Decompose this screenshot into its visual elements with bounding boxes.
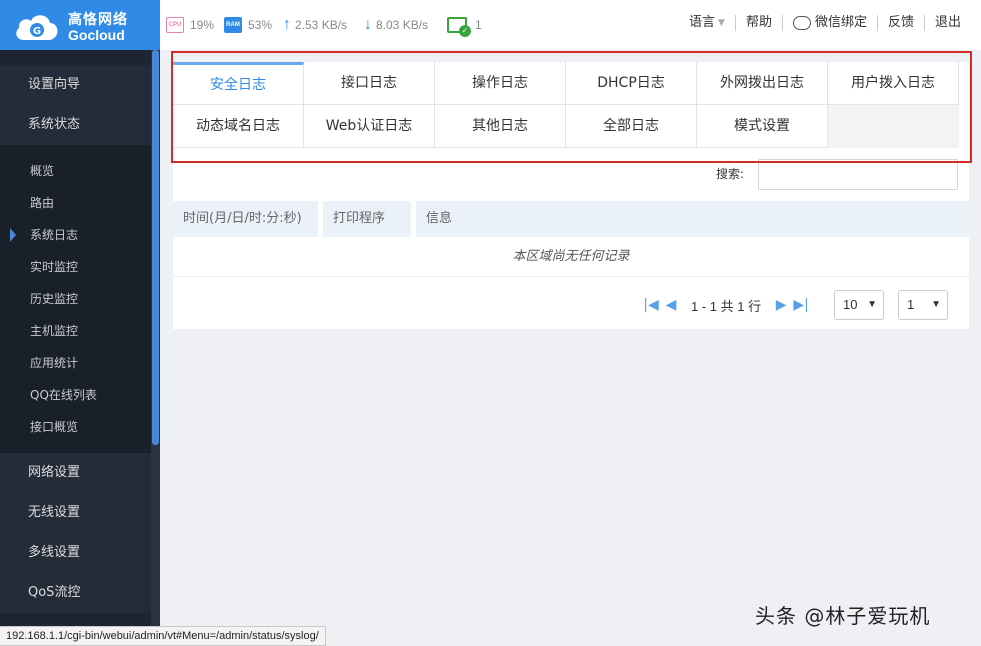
cpu-stat: CPU 19% — [166, 15, 214, 35]
first-page-icon[interactable]: |◀ — [641, 297, 661, 313]
tab-user-dialin-log[interactable]: 用户拨入日志 — [828, 62, 959, 105]
next-page-icon[interactable]: ▶ — [771, 297, 791, 313]
sidebar-item-setup[interactable]: 设置向导 — [0, 65, 151, 105]
devices-value: 1 — [475, 18, 482, 32]
tab-ddns-log[interactable]: 动态域名日志 — [173, 105, 304, 148]
sidebar-subitem-realtime[interactable]: 实时监控 — [0, 251, 151, 283]
sidebar-subitem-interface[interactable]: 接口概览 — [0, 411, 151, 443]
brand-name-en: Gocloud — [68, 27, 125, 43]
sidebar-subitem-host[interactable]: 主机监控 — [0, 315, 151, 347]
download-stat: ↓ 8.03 KB/s — [364, 15, 428, 35]
top-nav: 语言 ▼ 帮助 微信绑定 反馈 退出 — [679, 15, 971, 31]
page-size-value: 10 — [843, 297, 858, 312]
sidebar-submenu: 概览 路由 系统日志 实时监控 历史监控 主机监控 应用统计 QQ在线列表 接口… — [0, 145, 151, 455]
language-label: 语言 — [689, 15, 716, 30]
download-value: 8.03 KB/s — [376, 18, 429, 32]
empty-table-message: 本区域尚无任何记录 — [173, 237, 969, 277]
devices-stat: 1 — [447, 15, 482, 37]
sidebar-item-qos[interactable]: QoS流控 — [0, 573, 151, 613]
column-header-time[interactable]: 时间(月/日/时:分:秒) — [173, 201, 318, 237]
sidebar: 设置向导 系统状态 概览 路由 系统日志 实时监控 历史监控 主机监控 应用统计… — [0, 50, 160, 626]
sidebar-item-network[interactable]: 网络设置 — [0, 453, 151, 493]
logo[interactable]: G 高恪网络 Gocloud — [0, 0, 160, 50]
sidebar-subitem-history[interactable]: 历史监控 — [0, 283, 151, 315]
page-size-select[interactable]: 10 ▼ — [834, 290, 884, 320]
watermark: 头条 @林子爱玩机 — [755, 604, 931, 628]
cpu-icon: CPU — [166, 17, 184, 33]
upload-value: 2.53 KB/s — [295, 18, 348, 32]
sidebar-subitem-overview[interactable]: 概览 — [0, 155, 151, 187]
upload-arrow-icon: ↑ — [283, 16, 291, 33]
sidebar-item-status[interactable]: 系统状态 — [0, 105, 151, 145]
logout-link[interactable]: 退出 — [923, 15, 971, 31]
tab-other-log[interactable]: 其他日志 — [435, 105, 566, 148]
table-header: 时间(月/日/时:分:秒) 打印程序 信息 — [173, 201, 969, 237]
tab-operation-log[interactable]: 操作日志 — [435, 62, 566, 105]
cloud-logo-icon: G — [16, 15, 58, 40]
log-tabs: 安全日志 接口日志 操作日志 DHCP日志 外网拨出日志 用户拨入日志 动态域名… — [173, 62, 959, 148]
page-number-value: 1 — [907, 297, 915, 312]
feedback-link[interactable]: 反馈 — [876, 15, 924, 31]
wechat-bind-link[interactable]: 微信绑定 — [781, 15, 877, 31]
wechat-icon — [792, 16, 811, 30]
tab-interface-log[interactable]: 接口日志 — [304, 62, 435, 105]
tab-dhcp-log[interactable]: DHCP日志 — [566, 62, 697, 105]
tab-all-log[interactable]: 全部日志 — [566, 105, 697, 148]
sidebar-subitem-route[interactable]: 路由 — [0, 187, 151, 219]
browser-status-url: 192.168.1.1/cgi-bin/webui/admin/vt#Menu=… — [0, 626, 326, 646]
wechat-label: 微信绑定 — [814, 15, 867, 30]
brand-name-cn: 高恪网络 — [68, 12, 128, 28]
tab-mode-settings[interactable]: 模式设置 — [697, 105, 828, 148]
language-menu[interactable]: 语言 ▼ — [679, 15, 735, 31]
pagination: |◀ ◀ 1 - 1 共 1 行 ▶ ▶| — [641, 292, 811, 318]
search-label: 搜索: — [716, 167, 745, 181]
tab-web-auth-log[interactable]: Web认证日志 — [304, 105, 435, 148]
tab-wan-dialout-log[interactable]: 外网拨出日志 — [697, 62, 828, 105]
help-link[interactable]: 帮助 — [734, 15, 782, 31]
ram-stat: RAM 53% — [224, 15, 272, 35]
syslog-panel: 安全日志 接口日志 操作日志 DHCP日志 外网拨出日志 用户拨入日志 动态域名… — [173, 62, 969, 329]
page-number-select[interactable]: 1 ▼ — [898, 290, 948, 320]
last-page-icon[interactable]: ▶| — [791, 297, 811, 313]
sidebar-scroll-thumb[interactable] — [152, 50, 159, 445]
cpu-value: 19% — [190, 18, 215, 32]
sidebar-item-multiline[interactable]: 多线设置 — [0, 533, 151, 573]
chevron-down-icon: ▼ — [718, 18, 725, 28]
column-header-program[interactable]: 打印程序 — [323, 201, 415, 237]
chevron-down-icon: ▼ — [931, 299, 941, 310]
top-bar: G 高恪网络 Gocloud CPU 19% RAM 53% ↑ 2.53 KB… — [0, 0, 981, 50]
sidebar-subitem-qq[interactable]: QQ在线列表 — [0, 379, 151, 411]
ram-value: 53% — [248, 18, 273, 32]
prev-page-icon[interactable]: ◀ — [661, 297, 681, 313]
pagination-summary: 1 - 1 共 1 行 — [691, 298, 762, 314]
download-arrow-icon: ↓ — [364, 16, 372, 33]
device-online-icon — [447, 17, 471, 37]
sidebar-subitem-syslog[interactable]: 系统日志 — [0, 219, 151, 251]
svg-text:G: G — [33, 26, 41, 37]
upload-stat: ↑ 2.53 KB/s — [283, 15, 347, 35]
search-input[interactable] — [758, 159, 958, 190]
sidebar-subitem-apps[interactable]: 应用统计 — [0, 347, 151, 379]
tab-security-log[interactable]: 安全日志 — [173, 62, 304, 105]
sidebar-item-wireless[interactable]: 无线设置 — [0, 493, 151, 533]
column-header-info[interactable]: 信息 — [416, 201, 969, 237]
tab-filler — [828, 105, 959, 148]
chevron-down-icon: ▼ — [867, 299, 877, 310]
ram-icon: RAM — [224, 17, 242, 33]
